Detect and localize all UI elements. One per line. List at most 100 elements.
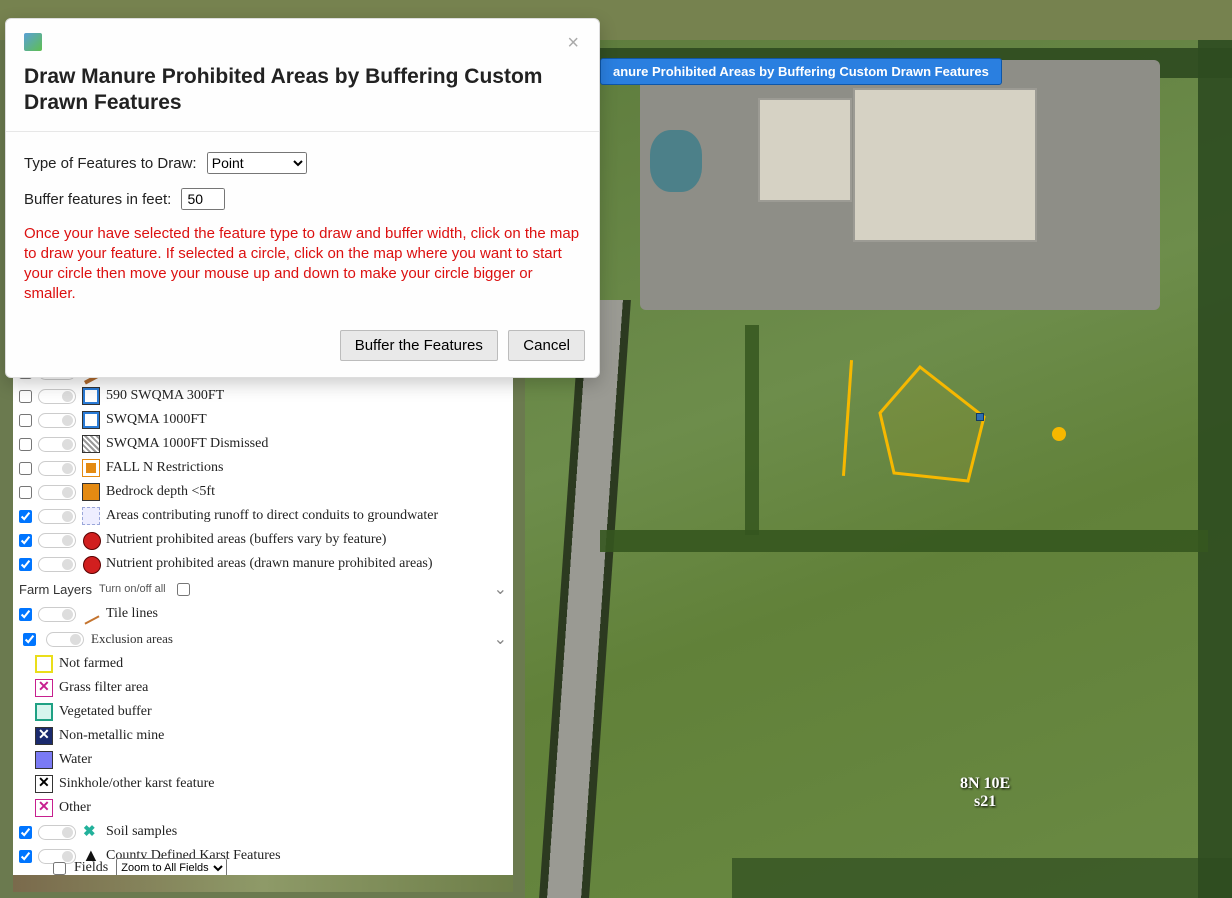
layer-label: 590 SWQMA 300FT [106, 386, 224, 406]
layer-opacity-toggle[interactable] [38, 485, 76, 500]
square-icon [35, 679, 53, 697]
square-icon [35, 799, 53, 817]
layer-opacity-toggle[interactable] [38, 533, 76, 548]
excl-veg-buffer: Vegetated buffer [13, 700, 513, 724]
chevron-down-icon[interactable]: ⌄ [494, 629, 507, 649]
layer-checkbox[interactable] [19, 510, 32, 523]
drawn-point-feature[interactable] [1052, 427, 1066, 441]
layer-label: Nutrient prohibited areas (buffers vary … [106, 530, 386, 550]
layer-checkbox[interactable] [19, 390, 32, 403]
layer-checkbox[interactable] [19, 558, 32, 571]
layer-label: Sinkhole/other karst feature [59, 774, 215, 794]
close-button[interactable]: × [561, 31, 585, 56]
excl-other: Other [13, 796, 513, 820]
dialog-body: Type of Features to Draw: Point Buffer f… [6, 132, 599, 317]
app-logo-icon [24, 33, 42, 51]
buffer-width-input[interactable] [181, 188, 225, 210]
red-dot-icon [82, 555, 100, 573]
dialog-footer: Buffer the Features Cancel [6, 317, 599, 377]
layer-label: Soil samples [106, 822, 177, 842]
layer-checkbox[interactable] [19, 608, 32, 621]
square-icon [35, 727, 53, 745]
excl-not-farmed: Not farmed [13, 652, 513, 676]
drawn-polygon-feature[interactable] [876, 365, 996, 500]
square-icon [82, 483, 100, 501]
buffer-width-label: Buffer features in feet: [24, 191, 171, 208]
layer-opacity-toggle[interactable] [38, 825, 76, 840]
red-dot-icon [82, 531, 100, 549]
layer-label: Non-metallic mine [59, 726, 164, 746]
section-label: 8N 10E s21 [960, 775, 1010, 810]
layer-row-fall-n: FALL N Restrictions [13, 456, 513, 480]
layer-label: SWQMA 1000FT Dismissed [106, 434, 268, 454]
layer-opacity-toggle[interactable] [38, 557, 76, 572]
square-icon [35, 703, 53, 721]
layer-opacity-toggle[interactable] [46, 632, 84, 647]
layer-row-soil-samples: Soil samples [13, 820, 513, 844]
square-icon [82, 387, 100, 405]
layer-checkbox[interactable] [19, 462, 32, 475]
feature-type-select[interactable]: Point [207, 152, 307, 174]
layer-label: Other [59, 798, 91, 818]
cancel-button[interactable]: Cancel [508, 330, 585, 361]
dialog-header: × Draw Manure Prohibited Areas by Buffer… [6, 19, 599, 132]
layer-label: Grass filter area [59, 678, 148, 698]
square-icon [35, 775, 53, 793]
layer-label: FALL N Restrictions [106, 458, 223, 478]
layer-label: Water [59, 750, 92, 770]
turn-on-off-label: Turn on/off all [99, 583, 166, 595]
layer-label: Tile lines [106, 604, 158, 624]
layer-label: Nutrient prohibited areas (drawn manure … [106, 554, 433, 574]
group-label: Farm Layers [19, 582, 92, 597]
square-icon [35, 655, 53, 673]
layer-checkbox[interactable] [19, 438, 32, 451]
dashed-square-icon [82, 507, 100, 525]
section-label-line1: 8N 10E [960, 775, 1010, 793]
excl-non-metallic: Non-metallic mine [13, 724, 513, 748]
square-icon [82, 411, 100, 429]
map-mode-banner: anure Prohibited Areas by Buffering Cust… [600, 58, 1002, 85]
turn-on-off-checkbox[interactable] [177, 583, 190, 596]
treeline [1198, 40, 1232, 898]
layer-checkbox[interactable] [19, 486, 32, 499]
building [760, 100, 850, 200]
layer-checkbox[interactable] [19, 850, 32, 863]
layer-label: Exclusion areas [91, 631, 173, 647]
layer-checkbox[interactable] [19, 414, 32, 427]
dialog-title: Draw Manure Prohibited Areas by Bufferin… [24, 64, 581, 117]
layer-opacity-toggle[interactable] [38, 509, 76, 524]
layer-opacity-toggle[interactable] [38, 389, 76, 404]
excl-sinkhole: Sinkhole/other karst feature [13, 772, 513, 796]
feature-type-row: Type of Features to Draw: Point [24, 152, 581, 174]
polygon-vertex-handle[interactable] [976, 413, 984, 421]
group-farm-layers[interactable]: Farm Layers Turn on/off all ⌄ [13, 576, 513, 602]
layer-row-nutrient-buffers: Nutrient prohibited areas (buffers vary … [13, 528, 513, 552]
layer-opacity-toggle[interactable] [38, 607, 76, 622]
layer-checkbox[interactable] [19, 826, 32, 839]
layer-row-swqma-1000: SWQMA 1000FT [13, 408, 513, 432]
pond [650, 130, 702, 192]
layer-checkbox[interactable] [23, 633, 36, 646]
layer-opacity-toggle[interactable] [38, 413, 76, 428]
layer-checkbox[interactable] [19, 534, 32, 547]
excl-water: Water [13, 748, 513, 772]
buffer-features-button[interactable]: Buffer the Features [340, 330, 498, 361]
chevron-down-icon[interactable]: ⌄ [494, 579, 507, 599]
buffer-dialog: × Draw Manure Prohibited Areas by Buffer… [5, 18, 600, 378]
layer-row-swqma-1000-dismissed: SWQMA 1000FT Dismissed [13, 432, 513, 456]
hatch-icon [82, 435, 100, 453]
group-exclusion-areas[interactable]: Exclusion areas ⌄ [13, 626, 513, 652]
layer-checkbox[interactable] [53, 862, 66, 875]
hedgerow [600, 530, 1208, 552]
layer-row-nutrient-drawn: Nutrient prohibited areas (drawn manure … [13, 552, 513, 576]
excl-grass-filter: Grass filter area [13, 676, 513, 700]
layer-label: Vegetated buffer [59, 702, 152, 722]
buffer-width-row: Buffer features in feet: [24, 188, 581, 210]
layer-opacity-toggle[interactable] [38, 461, 76, 476]
section-label-line2: s21 [960, 793, 1010, 811]
layer-opacity-toggle[interactable] [38, 437, 76, 452]
layer-label: Not farmed [59, 654, 123, 674]
layer-label: Fields [74, 860, 108, 876]
treeline [732, 858, 1232, 898]
layer-label: Bedrock depth <5ft [106, 482, 215, 502]
